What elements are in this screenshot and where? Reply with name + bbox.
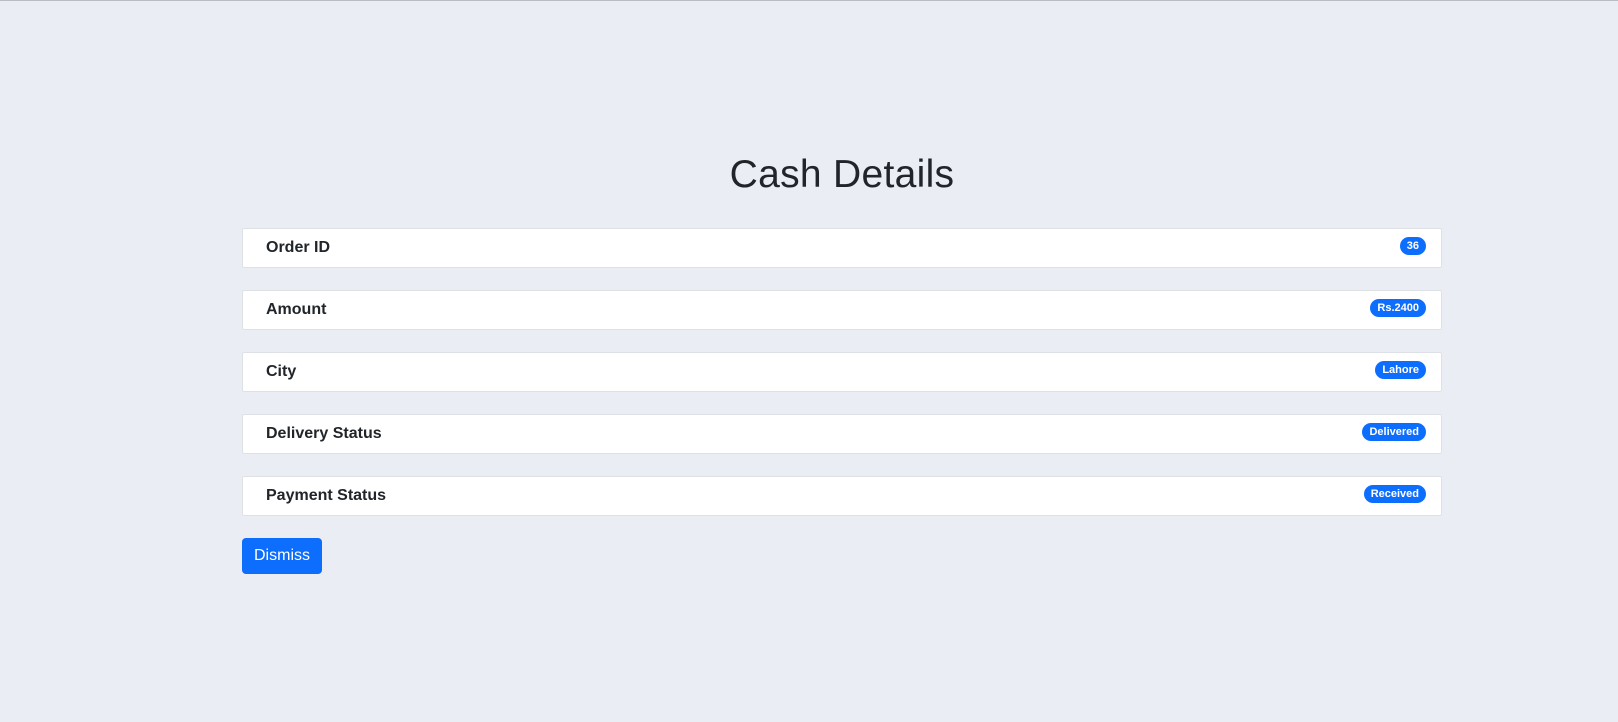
delivery-status-label: Delivery Status xyxy=(266,425,382,442)
city-badge: Lahore xyxy=(1375,361,1426,379)
detail-row-delivery-status: Delivery Status Delivered xyxy=(242,414,1442,454)
amount-label: Amount xyxy=(266,301,327,318)
amount-badge: Rs.2400 xyxy=(1370,299,1426,317)
detail-row-payment-status: Payment Status Received xyxy=(242,476,1442,516)
order-id-label: Order ID xyxy=(266,239,331,256)
detail-row-city: City Lahore xyxy=(242,352,1442,392)
payment-status-label: Payment Status xyxy=(266,487,387,504)
details-list: Order ID 36 Amount Rs.2400 City Lahore D… xyxy=(242,228,1442,538)
delivery-status-badge: Delivered xyxy=(1362,423,1426,441)
detail-row-amount: Amount Rs.2400 xyxy=(242,290,1442,330)
detail-row-order-id: Order ID 36 xyxy=(242,228,1442,268)
payment-status-badge: Received xyxy=(1363,485,1426,503)
page-title: Cash Details xyxy=(729,153,955,196)
dismiss-button[interactable]: Dismiss xyxy=(242,538,322,574)
city-label: City xyxy=(266,363,297,380)
order-id-badge: 36 xyxy=(1399,237,1426,255)
